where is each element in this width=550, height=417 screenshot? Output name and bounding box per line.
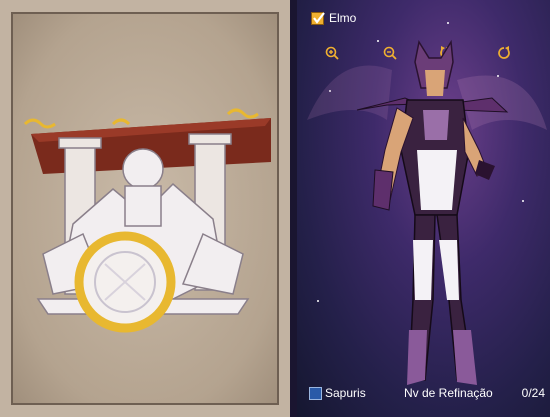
refine-level-value: 0/24 — [521, 386, 545, 400]
cloth-card-frame — [11, 12, 279, 405]
armor-figure[interactable] — [297, 0, 550, 417]
sapuris-label: Sapuris — [325, 386, 366, 400]
sapuris-checkbox[interactable] — [309, 387, 322, 400]
refine-level-label: Nv de Refinação — [404, 386, 493, 400]
armor-viewer[interactable]: Elmo Sapuris Nv de Refinação 0/24 — [297, 0, 550, 417]
bottom-info-bar: Sapuris Nv de Refinação 0/24 — [309, 386, 545, 404]
cloth-card — [0, 0, 290, 417]
cloth-box-illustration — [23, 108, 271, 333]
